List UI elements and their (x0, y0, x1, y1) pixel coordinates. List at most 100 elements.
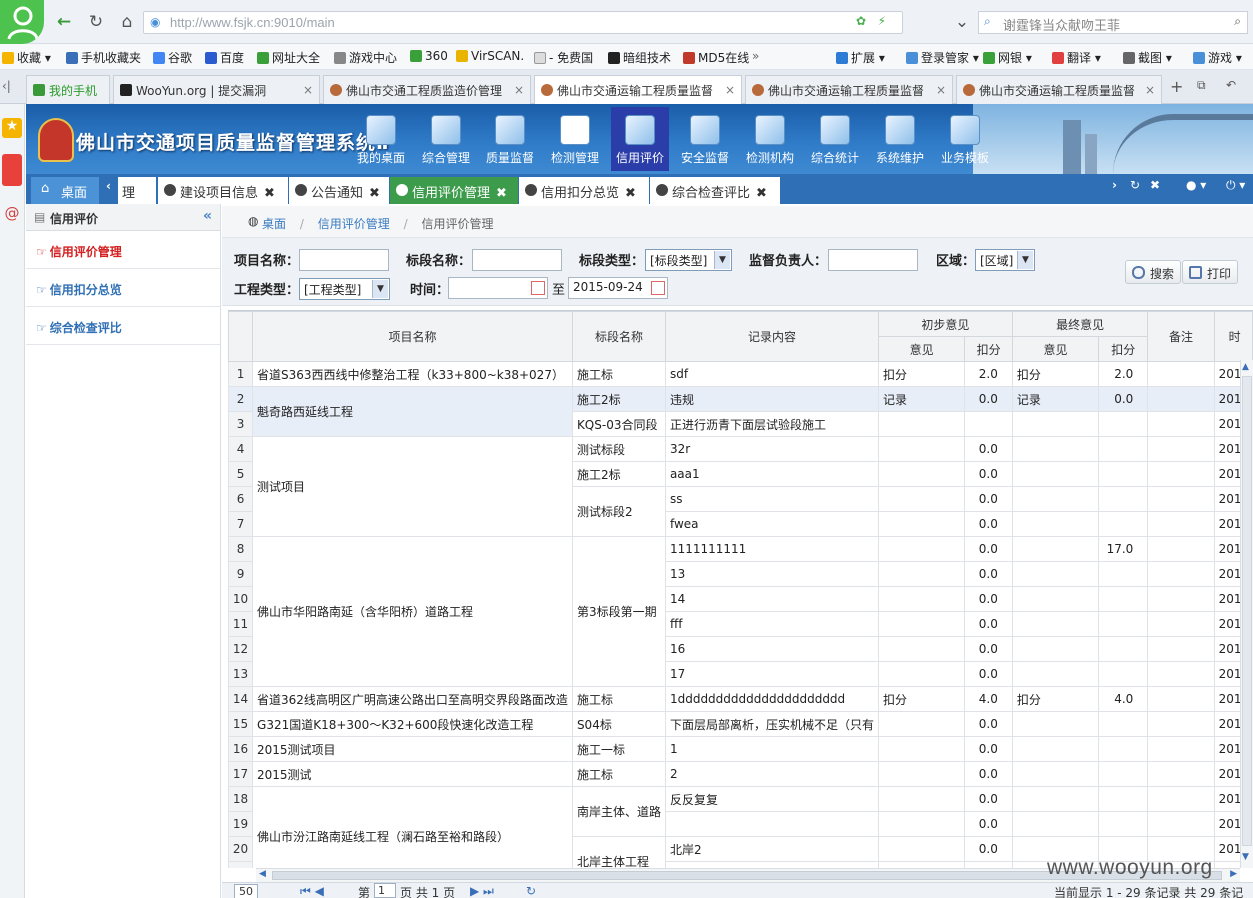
nav-safety-supervision[interactable]: 安全监督 (676, 107, 734, 171)
user-avatar[interactable] (0, 0, 44, 44)
bookmark-item[interactable]: 暗组技术 (608, 49, 671, 66)
tab-desktop[interactable]: ⌂ 桌面 (31, 177, 99, 204)
browser-tab[interactable]: 佛山市交通运输工程质量监督 × (956, 75, 1162, 104)
browser-tab[interactable]: WooYun.org | 提交漏洞 × (113, 75, 320, 104)
refresh-icon[interactable]: ↻ (526, 884, 536, 898)
page-size-select[interactable]: 50 (234, 884, 258, 898)
close-tab-icon[interactable]: ✖ (756, 186, 767, 201)
scroll-up-icon[interactable]: ▲ (1242, 362, 1249, 372)
bookmark-item[interactable]: 游戏中心 (334, 49, 397, 66)
close-tab-icon[interactable]: × (1145, 83, 1155, 97)
bookmark-item[interactable]: 截图 ▾ (1123, 49, 1172, 66)
bookmark-item[interactable]: 收藏 ▾ (2, 49, 51, 66)
table-row[interactable]: 8 佛山市华阳路南延（含华阳桥）道路工程 第3标段第一期 1111111111 … (228, 536, 1253, 687)
print-button[interactable]: 打印 (1182, 260, 1239, 284)
nav-business-template[interactable]: 业务模板 (936, 107, 994, 171)
home-icon[interactable]: ⌂ (117, 12, 137, 32)
browser-tab[interactable]: 我的手机 (26, 75, 110, 104)
bookmark-item[interactable]: 网银 ▾ (983, 49, 1032, 66)
table-row[interactable]: 16 2015测试项目 施工一标 1 0.0 201 (228, 736, 1253, 762)
tab-scroll-left-icon[interactable]: ‹ (106, 179, 111, 193)
close-tab-icon[interactable]: ✖ (140, 177, 154, 204)
scroll-left-icon[interactable]: ◀ (259, 869, 266, 879)
project-name-input[interactable] (299, 249, 389, 271)
scroll-right-icon[interactable]: ▶ (1230, 869, 1237, 879)
bookmark-item[interactable]: VirSCAN. (456, 49, 524, 63)
chevron-down-icon[interactable]: ⌄ (952, 12, 972, 32)
breadcrumb-credit[interactable]: 信用评价管理 (318, 217, 390, 231)
table-row[interactable]: 2 魁奇路西延线工程 施工2标 违规 记录 0.0 记录 0.0 201 (228, 386, 1253, 437)
bookmark-item[interactable]: 手机收藏夹 (66, 49, 141, 66)
project-type-select[interactable]: [工程类型] ▼ (299, 278, 390, 300)
table-row[interactable]: 15 G321国道K18+300～K32+600段快速化改造工程 S04标 下面… (228, 711, 1253, 737)
nav-general-management[interactable]: 综合管理 (417, 107, 475, 171)
table-row[interactable]: 18 佛山市汾江路南延线工程（澜石路至裕和路段） 南岸主体、道路 反反复复 0.… (228, 786, 1253, 868)
nav-credit-evaluation[interactable]: 信用评价 (611, 107, 669, 171)
table-row[interactable]: 17 2015测试 施工标 2 0.0 201 (228, 761, 1253, 787)
favorite-star-icon[interactable]: ★ (2, 118, 22, 138)
new-tab-icon[interactable]: + (1170, 77, 1183, 96)
tab-credit-management[interactable]: 信用评价管理 ✖ (390, 177, 518, 204)
tab-project-info[interactable]: 建设项目信息 ✖ (158, 177, 288, 204)
bookmark-item[interactable]: 百度 (205, 49, 244, 66)
browser-tab-active[interactable]: 佛山市交通运输工程质量监督 × (534, 75, 742, 105)
restore-tab-icon[interactable]: ⧉ (1197, 78, 1206, 93)
table-row[interactable]: 4 测试项目 测试标段 32r 0.0 201 (228, 436, 1253, 537)
power-icon[interactable]: ⏻ ▾ (1226, 178, 1245, 193)
nav-statistics[interactable]: 综合统计 (806, 107, 864, 171)
tab-inspection-rating[interactable]: 综合检查评比 ✖ (650, 177, 780, 204)
calendar-icon[interactable] (531, 281, 545, 295)
bookmark-item[interactable]: 登录管家 ▾ (906, 49, 979, 66)
lightning-icon[interactable]: ⚡ (878, 14, 886, 28)
undo-close-icon[interactable]: ↶ (1226, 78, 1236, 92)
nav-testing-agency[interactable]: 检测机构 (741, 107, 799, 171)
bookmark-item[interactable]: 扩展 ▾ (836, 49, 885, 66)
search-icon[interactable]: ⌕ (1234, 14, 1241, 29)
more-bookmarks-icon[interactable]: » (752, 49, 759, 63)
collapse-icon[interactable]: « (203, 208, 212, 224)
tab-notice[interactable]: 公告通知 ✖ (289, 177, 389, 204)
nav-system-maintenance[interactable]: 系统维护 (871, 107, 929, 171)
tab-scroll-right-icon[interactable]: › (1112, 178, 1117, 192)
table-row[interactable]: 1 省道S363西西线中修整治工程（k33+800~k38+027） 施工标 s… (228, 361, 1253, 387)
nav-testing-management[interactable]: 检测管理 (546, 107, 604, 171)
header-section[interactable]: 标段名称 (571, 311, 666, 362)
tab-scroll-left-icon[interactable]: ‹| (2, 79, 11, 93)
breadcrumb-desktop[interactable]: 桌面 (262, 217, 286, 231)
bookmark-item[interactable]: 谷歌 (153, 49, 192, 66)
tab-deduction-overview[interactable]: 信用扣分总览 ✖ (519, 177, 649, 204)
header-record[interactable]: 记录内容 (664, 311, 879, 362)
close-tab-icon[interactable]: ✖ (264, 186, 275, 201)
sidebar-item-inspection-rating[interactable]: ☞ 综合检查评比 (26, 307, 220, 345)
sidebar-item-credit-management[interactable]: ☞ 信用评价管理 (26, 231, 220, 269)
nav-quality-supervision[interactable]: 质量监督 (481, 107, 539, 171)
search-box[interactable]: ⌕ 谢霆锋当众献吻王菲 ⌕ (978, 11, 1248, 34)
supervisor-input[interactable] (828, 249, 918, 271)
close-tab-icon[interactable]: ✖ (625, 186, 636, 201)
browser-tab[interactable]: 佛山市交通工程质监造价管理 × (323, 75, 531, 104)
bookmark-item[interactable]: MD5在线 (683, 49, 749, 66)
section-name-input[interactable] (472, 249, 562, 271)
refresh-icon[interactable]: ↻ (86, 12, 106, 32)
header-time[interactable]: 时 (1213, 311, 1253, 362)
first-page-icon[interactable]: ⏮ ◀ (300, 884, 324, 898)
bookmark-item[interactable]: 360 (410, 49, 448, 63)
header-final-opinion-col[interactable]: 意见 (1011, 336, 1100, 362)
next-page-icon[interactable]: ▶ ⏭ (470, 884, 494, 898)
page-number-input[interactable]: 1 (374, 883, 396, 898)
bookmark-item[interactable]: - 免费国 (534, 49, 593, 66)
date-from-input[interactable] (448, 277, 548, 299)
header-init-deduct[interactable]: 扣分 (964, 336, 1013, 362)
bookmark-item[interactable]: 网址大全 (257, 49, 320, 66)
section-type-select[interactable]: [标段类型] ▼ (645, 249, 732, 271)
close-tab-icon[interactable]: × (514, 83, 524, 97)
search-button[interactable]: 搜索 (1125, 260, 1182, 284)
sidebar-item-deduction-overview[interactable]: ☞ 信用扣分总览 (26, 269, 220, 307)
header-project[interactable]: 项目名称 (252, 311, 573, 362)
user-icon[interactable]: ● ▾ (1186, 178, 1206, 192)
email-icon[interactable]: @ (2, 204, 22, 224)
back-arrow-icon[interactable]: ← (54, 12, 74, 32)
nav-my-desktop[interactable]: 我的桌面 (352, 107, 410, 171)
shield-icon[interactable]: ✿ (856, 14, 866, 28)
header-init-opinion[interactable]: 意见 (877, 336, 966, 362)
